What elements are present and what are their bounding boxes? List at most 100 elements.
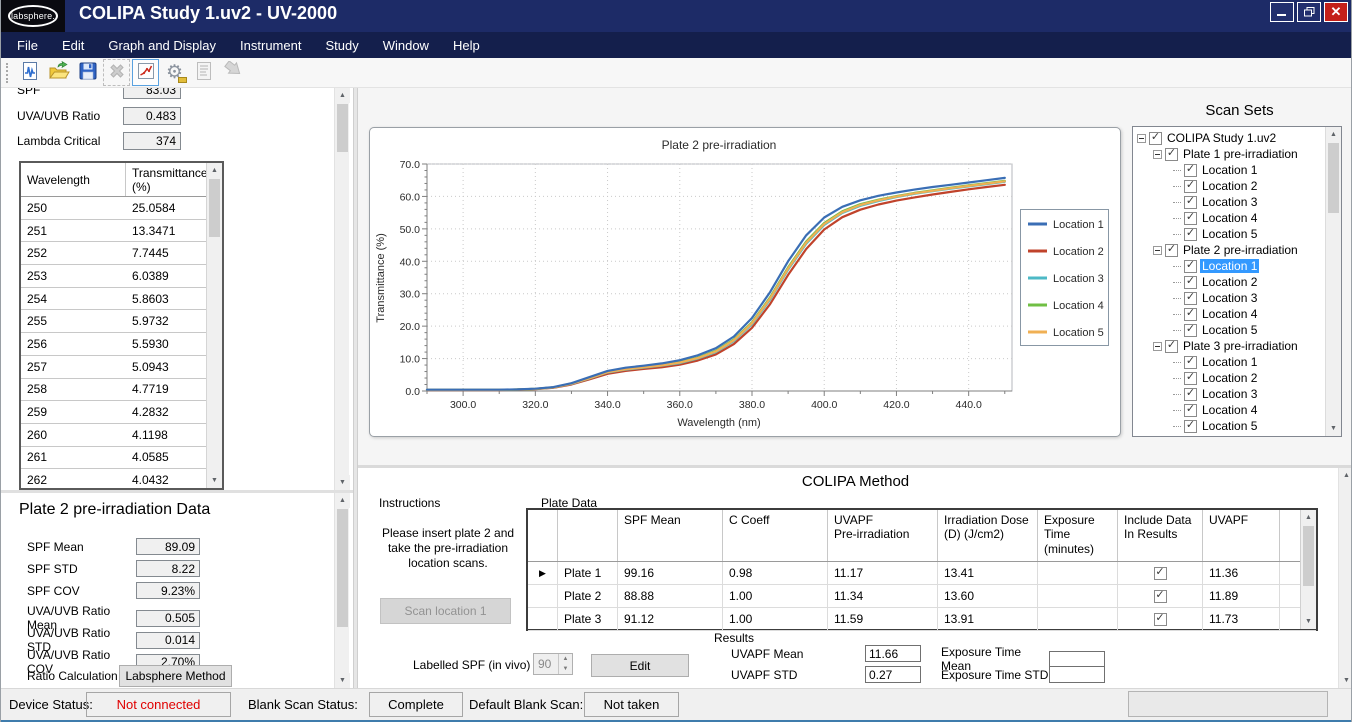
tree-checkbox[interactable] [1184,276,1197,289]
menu-help[interactable]: Help [441,32,492,58]
collapse-expander-icon[interactable] [1137,134,1146,143]
tree-item-label[interactable]: Plate 2 pre-irradiation [1181,243,1300,257]
tree-item[interactable]: Location 4 [1133,210,1341,226]
open-study-button[interactable] [45,59,72,86]
tree-item[interactable]: COLIPA Study 1.uv2 [1133,130,1341,146]
tree-item-label[interactable]: Location 1 [1200,259,1259,273]
tree-checkbox[interactable] [1184,260,1197,273]
tree-item[interactable]: Location 3 [1133,290,1341,306]
spinner-up-icon[interactable]: ▲ [559,654,572,664]
tree-item[interactable]: Location 4 [1133,402,1341,418]
wavelength-table-row[interactable]: 2614.0585 [21,447,222,470]
tree-checkbox[interactable] [1184,212,1197,225]
include-data-checkbox[interactable] [1154,567,1167,580]
tree-item-label[interactable]: Plate 3 pre-irradiation [1181,339,1300,353]
ratio-calculation-method-button[interactable]: Labsphere Method [119,665,232,687]
tree-item-label[interactable]: Location 3 [1200,387,1259,401]
scroll-up-icon[interactable]: ▲ [1301,510,1316,525]
scroll-thumb[interactable] [1328,143,1339,213]
summary-panel-scrollbar[interactable]: ▲ ▼ [334,88,349,490]
wavelength-table-row[interactable]: 2555.9732 [21,310,222,333]
tree-item[interactable]: Location 3 [1133,194,1341,210]
tree-item-label[interactable]: Location 3 [1200,195,1259,209]
tree-item-label[interactable]: Location 4 [1200,403,1259,417]
tree-checkbox[interactable] [1165,244,1178,257]
scan-sets-scrollbar[interactable]: ▲ ▼ [1325,127,1341,436]
tree-item[interactable]: Location 2 [1133,274,1341,290]
wavelength-table-row[interactable]: 25113.3471 [21,220,222,243]
tree-item[interactable]: Location 5 [1133,418,1341,434]
tree-item-label[interactable]: Location 2 [1200,371,1259,385]
collapse-expander-icon[interactable] [1153,150,1162,159]
tree-checkbox[interactable] [1184,372,1197,385]
scroll-down-icon[interactable]: ▼ [1339,673,1352,688]
restore-button[interactable] [1297,2,1321,22]
tree-item[interactable]: Location 1 [1133,162,1341,178]
scroll-thumb[interactable] [337,104,348,152]
scan-location-button[interactable]: Scan location 1 [380,598,511,624]
colipa-panel-scrollbar[interactable]: ▲ ▼ [1338,468,1352,688]
include-data-checkbox[interactable] [1154,590,1167,603]
wavelength-table-scrollbar[interactable]: ▲ ▼ [206,163,222,488]
scroll-up-icon[interactable]: ▲ [1326,127,1341,142]
tree-item-label[interactable]: Location 2 [1200,275,1259,289]
tree-item-label[interactable]: Plate 1 pre-irradiation [1181,147,1300,161]
delete-scan-button[interactable] [103,59,130,86]
tree-item-label[interactable]: Location 5 [1200,323,1259,337]
wavelength-table-row[interactable]: 25025.0584 [21,197,222,220]
new-scan-button[interactable] [16,59,43,86]
scroll-down-icon[interactable]: ▼ [335,673,350,688]
tree-checkbox[interactable] [1184,324,1197,337]
tree-checkbox[interactable] [1184,196,1197,209]
tree-checkbox[interactable] [1184,404,1197,417]
tree-checkbox[interactable] [1184,164,1197,177]
tree-item[interactable]: Plate 3 pre-irradiation [1133,338,1341,354]
scroll-down-icon[interactable]: ▼ [207,473,222,488]
wavelength-table-row[interactable]: 2584.7719 [21,379,222,402]
tree-item[interactable]: Location 2 [1133,370,1341,386]
tree-checkbox[interactable] [1184,180,1197,193]
tree-item-label[interactable]: Location 2 [1200,179,1259,193]
instrument-settings-button[interactable]: ⚙ [161,59,188,86]
plate-table-row[interactable]: Plate 288.881.0011.3413.6011.89 [528,585,1316,608]
toolbar-grip[interactable] [6,63,11,83]
menu-file[interactable]: File [5,32,50,58]
scroll-up-icon[interactable]: ▲ [207,163,222,178]
export-button[interactable] [219,59,246,86]
tree-item-label[interactable]: Location 4 [1200,307,1259,321]
tree-item-label[interactable]: Location 3 [1200,291,1259,305]
minimize-button[interactable] [1270,2,1294,22]
spinner-down-icon[interactable]: ▼ [559,664,572,674]
scroll-up-icon[interactable]: ▲ [335,88,350,103]
wavelength-table-row[interactable]: 2594.2832 [21,401,222,424]
tree-item-label[interactable]: Location 1 [1200,163,1259,177]
collapse-expander-icon[interactable] [1153,246,1162,255]
menu-edit[interactable]: Edit [50,32,96,58]
menu-graph-and-display[interactable]: Graph and Display [96,32,228,58]
wavelength-table-row[interactable]: 2545.8603 [21,288,222,311]
tree-item[interactable]: Plate 1 post-irradiation [1133,434,1341,437]
tree-item[interactable]: Location 1 [1133,258,1341,274]
scroll-thumb[interactable] [209,179,220,237]
tree-checkbox[interactable] [1165,436,1178,438]
menu-instrument[interactable]: Instrument [228,32,313,58]
tree-item[interactable]: Location 2 [1133,178,1341,194]
tree-item[interactable]: Plate 1 pre-irradiation [1133,146,1341,162]
graph-display-button[interactable] [132,59,159,86]
tree-checkbox[interactable] [1184,228,1197,241]
tree-item-label[interactable]: Plate 1 post-irradiation [1181,435,1305,437]
tree-checkbox[interactable] [1184,292,1197,305]
plate-summary-scrollbar[interactable]: ▲ ▼ [334,493,349,688]
tree-checkbox[interactable] [1184,388,1197,401]
save-study-button[interactable] [74,59,101,86]
menu-study[interactable]: Study [313,32,370,58]
edit-button[interactable]: Edit [591,654,689,677]
wavelength-table-row[interactable]: 2565.5930 [21,333,222,356]
tree-checkbox[interactable] [1184,356,1197,369]
labelled-spf-spinner[interactable]: 90 ▲ ▼ [533,653,573,675]
scroll-thumb[interactable] [1303,526,1314,586]
wavelength-table-row[interactable]: 2575.0943 [21,356,222,379]
wavelength-table-row[interactable]: 2624.0432 [21,469,222,490]
tree-item-label[interactable]: COLIPA Study 1.uv2 [1165,131,1278,145]
wavelength-table-row[interactable]: 2536.0389 [21,265,222,288]
